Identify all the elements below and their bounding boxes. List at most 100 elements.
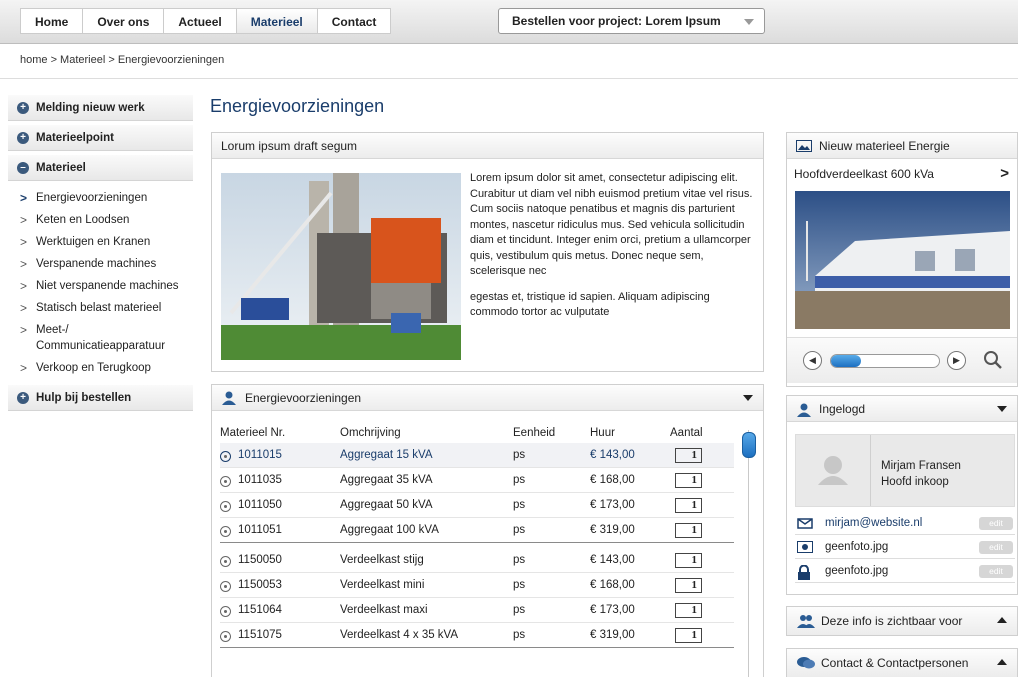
row-price: € 168,00 [590,474,635,486]
edit-button[interactable]: edit [979,541,1013,554]
table-row[interactable]: 1150050 Verdeelkast stijg ps € 143,00 1 [220,548,734,573]
row-unit: ps [513,554,526,566]
nav-contact[interactable]: Contact [318,9,391,33]
table-scrollbar[interactable] [742,420,756,677]
slider-fill[interactable] [831,355,861,367]
plus-circle-icon: + [17,102,29,114]
row-price: € 143,00 [590,449,635,461]
visibility-panel[interactable]: Deze info is zichtbaar voor [786,606,1018,636]
prev-button[interactable]: ◀ [803,351,822,370]
avatar-placeholder-icon [818,456,848,485]
caret-down-icon[interactable] [997,406,1007,412]
sidebar-section-materieel[interactable]: – Materieel [8,155,193,181]
row-number: 1151064 [220,604,340,617]
sidebar-item-keten[interactable]: > Keten en Loodsen [8,209,193,231]
info-icon[interactable] [220,556,231,567]
row-description[interactable]: Verdeelkast mini [340,579,513,591]
row-description[interactable]: Aggregaat 50 kVA [340,499,513,511]
quantity-input[interactable]: 1 [675,472,702,488]
table-row[interactable]: 1151064 Verdeelkast maxi ps € 173,00 1 [220,598,734,623]
intro-panel-title: Lorum ipsum draft segum [212,133,763,159]
scrollbar-track[interactable] [748,430,749,677]
equipment-panel-header[interactable]: Energievoorzieningen [212,385,763,411]
caret-up-icon[interactable] [997,659,1007,665]
quantity-input[interactable]: 1 [675,522,702,538]
info-icon[interactable] [220,631,231,642]
row-number: 1011050 [220,499,340,512]
table-row[interactable]: 1011051 Aggregaat 100 kVA ps € 319,00 1 [220,518,734,543]
quantity-input[interactable]: 1 [675,627,702,643]
contacts-title: Contact & Contactpersonen [821,656,969,670]
nav-materieel[interactable]: Materieel [236,9,318,33]
quantity-input[interactable]: 1 [675,447,702,463]
quantity-input[interactable]: 1 [675,602,702,618]
info-icon[interactable] [220,526,231,537]
edit-button[interactable]: edit [979,517,1013,530]
email-link[interactable]: mirjam@website.nl [825,517,922,529]
info-icon[interactable] [220,606,231,617]
quantity-input[interactable]: 1 [675,497,702,513]
nav-over-ons[interactable]: Over ons [83,9,165,33]
chevron-right-icon: > [20,323,28,337]
contacts-header[interactable]: Contact & Contactpersonen [787,649,1017,677]
row-description[interactable]: Aggregaat 15 kVA [340,449,513,461]
sidebar-section-hulp[interactable]: + Hulp bij bestellen [8,385,193,411]
info-icon[interactable] [220,501,231,512]
user-icon [797,403,811,417]
search-icon[interactable] [983,350,1003,370]
minus-circle-icon: – [17,162,29,174]
info-icon[interactable] [220,476,231,487]
visibility-header[interactable]: Deze info is zichtbaar voor [787,607,1017,635]
chevron-right-icon: > [20,301,28,315]
user-icon [222,391,236,405]
row-description[interactable]: Verdeelkast stijg [340,554,513,566]
row-description[interactable]: Aggregaat 100 kVA [340,524,513,536]
quantity-input[interactable]: 1 [675,577,702,593]
table-row[interactable]: 1011015 Aggregaat 15 kVA ps € 143,00 1 [220,443,734,468]
sidebar-item-werktuigen[interactable]: > Werktuigen en Kranen [8,231,193,253]
col-header: Aantal [670,427,703,439]
email-row: mirjam@website.nl edit [795,513,1015,535]
sidebar-item-statisch[interactable]: > Statisch belast materieel [8,297,193,319]
row-description[interactable]: Verdeelkast maxi [340,604,513,616]
scrollbar-thumb[interactable] [742,432,756,458]
edit-button[interactable]: edit [979,565,1013,578]
chevron-right-icon: > [20,257,28,271]
slide-title[interactable]: Hoofdverdeelkast 600 kVa [794,167,934,181]
user-name: Mirjam Fransen [881,460,961,472]
sidebar-section-melding[interactable]: + Melding nieuw werk [8,95,193,121]
nav-home[interactable]: Home [21,9,84,33]
table-row[interactable]: 1150053 Verdeelkast mini ps € 168,00 1 [220,573,734,598]
table-row[interactable]: 1011035 Aggregaat 35 kVA ps € 168,00 1 [220,468,734,493]
info-icon[interactable] [220,451,231,462]
row-number-text: 1011050 [238,499,282,511]
sidebar-item-niet-verspanende[interactable]: > Niet verspanende machines [8,275,193,297]
user-card: Mirjam Fransen Hoofd inkoop [795,434,1015,507]
table-row[interactable]: 1011050 Aggregaat 50 kVA ps € 173,00 1 [220,493,734,518]
col-header: Omchrijving [340,427,401,439]
slider-track[interactable] [830,354,940,368]
sidebar-item-verspanende[interactable]: > Verspanende machines [8,253,193,275]
sidebar-item-verkoop[interactable]: > Verkoop en Terugkoop [8,357,193,379]
row-description[interactable]: Aggregaat 35 kVA [340,474,513,486]
contacts-panel[interactable]: Contact & Contactpersonen [786,648,1018,677]
visibility-title: Deze info is zichtbaar voor [821,614,963,628]
quantity-input[interactable]: 1 [675,552,702,568]
construction-photo [221,173,461,360]
next-button[interactable]: ▶ [947,351,966,370]
caret-up-icon[interactable] [997,617,1007,623]
col-header: Huur [590,427,615,439]
row-number: 1011051 [220,524,340,537]
table-row[interactable]: 1151075 Verdeelkast 4 x 35 kVA ps € 319,… [220,623,734,648]
row-description[interactable]: Verdeelkast 4 x 35 kVA [340,629,513,641]
nav-actueel[interactable]: Actueel [164,9,237,33]
project-select[interactable]: Bestellen voor project: Lorem Ipsum [498,8,765,34]
info-icon[interactable] [220,581,231,592]
sidebar-item-meet[interactable]: > Meet-/ Communicatieapparatuur [8,319,193,357]
sidebar-section-materieelpoint[interactable]: + Materieelpoint [8,125,193,151]
chevron-right-icon[interactable]: > [1000,165,1009,182]
sidebar-item-energievoorzieningen[interactable]: > Energievoorzieningen [8,187,193,209]
caret-down-icon[interactable] [743,395,753,401]
logged-in-header[interactable]: Ingelogd [787,396,1017,422]
password-row: geenfoto.jpg edit [795,561,1015,583]
